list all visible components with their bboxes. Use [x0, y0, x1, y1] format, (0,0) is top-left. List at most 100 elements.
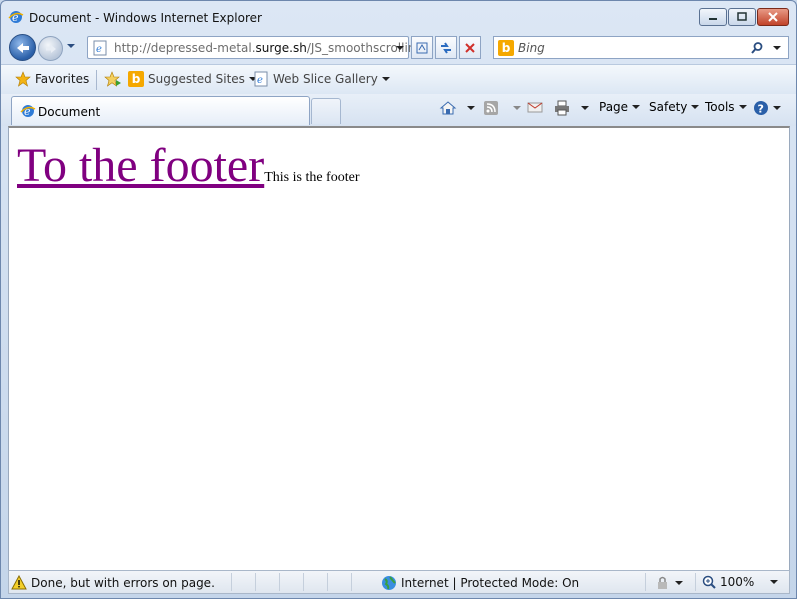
add-favorite-icon — [104, 71, 121, 87]
mail-icon — [527, 102, 543, 113]
status-text: Done, but with errors on page. — [31, 576, 215, 590]
maximize-button[interactable] — [728, 8, 756, 26]
bing-icon: b — [498, 40, 514, 56]
suggested-sites-label: Suggested Sites — [148, 72, 245, 86]
caption-buttons — [699, 8, 789, 26]
tools-menu-label: Tools — [705, 100, 735, 114]
to-footer-link[interactable]: To the footer — [17, 139, 264, 192]
chevron-down-icon — [632, 105, 641, 109]
zoom-button[interactable]: 100% — [702, 575, 779, 589]
safety-menu-button[interactable]: Safety — [649, 100, 700, 114]
security-zone-text: Internet | Protected Mode: On — [401, 576, 580, 590]
forward-arrow-icon — [45, 44, 56, 53]
tab-document[interactable]: e Document — [11, 96, 310, 125]
navigation-bar: e http://depressed-metal.surge.sh/JS_smo… — [1, 32, 796, 62]
new-tab-button[interactable] — [311, 98, 341, 124]
chevron-down-icon — [773, 106, 781, 110]
stop-icon — [465, 42, 475, 53]
minimize-button[interactable] — [699, 8, 727, 26]
suggested-sites-link[interactable]: b Suggested Sites — [128, 71, 257, 87]
magnifier-icon — [751, 42, 763, 54]
add-to-favorites-bar-button[interactable] — [104, 71, 122, 87]
status-separator — [327, 573, 328, 591]
svg-text:e: e — [96, 44, 102, 55]
ie-page-icon: e — [20, 103, 36, 119]
favorites-label: Favorites — [35, 72, 90, 86]
web-slice-icon: e — [254, 71, 268, 87]
page-error-status[interactable]: Done, but with errors on page. — [11, 575, 215, 591]
search-box[interactable]: b Bing — [493, 36, 789, 59]
chevron-down-icon — [513, 106, 521, 110]
refresh-icon — [441, 41, 451, 54]
bing-icon: b — [128, 71, 144, 87]
ie-logo-icon: e — [8, 9, 24, 25]
stop-button[interactable] — [459, 36, 481, 59]
web-slice-gallery-label: Web Slice Gallery — [273, 72, 378, 86]
refresh-button[interactable] — [435, 36, 457, 59]
svg-text:e: e — [257, 75, 263, 86]
page-menu-button[interactable]: Page — [599, 100, 641, 114]
chevron-down-icon — [581, 106, 589, 110]
security-zone[interactable]: Internet | Protected Mode: On — [381, 575, 579, 591]
tab-bar: e Document Page Safety Tools ? — [1, 94, 796, 126]
status-separator — [255, 573, 256, 591]
recent-pages-dropdown[interactable] — [67, 44, 75, 48]
back-button[interactable] — [9, 34, 36, 61]
chevron-down-icon — [770, 580, 779, 584]
forward-button[interactable] — [38, 36, 63, 61]
search-options-dropdown[interactable] — [773, 46, 781, 50]
web-slice-gallery-link[interactable]: e Web Slice Gallery — [253, 71, 390, 87]
home-icon — [439, 101, 457, 115]
status-separator — [351, 573, 352, 591]
help-icon: ? — [754, 101, 768, 116]
url-text[interactable]: http://depressed-metal.surge.sh/JS_smoot… — [114, 41, 423, 55]
chevron-down-icon — [467, 106, 475, 110]
footer-text: This is the footer — [264, 170, 360, 185]
page-viewport: To the footerThis is the footer — [8, 126, 790, 570]
status-separator — [645, 573, 646, 591]
star-icon — [15, 71, 31, 87]
chevron-down-icon — [675, 581, 683, 585]
compatibility-view-button[interactable] — [411, 36, 433, 59]
zoom-icon — [702, 575, 716, 589]
favorites-separator — [96, 70, 97, 90]
page-menu-label: Page — [599, 100, 629, 114]
page-icon: e — [92, 40, 108, 56]
search-input[interactable]: Bing — [518, 41, 545, 55]
status-separator — [695, 573, 696, 591]
read-mail-button[interactable] — [527, 100, 543, 114]
search-button[interactable] — [750, 41, 764, 58]
window-title: Document - Windows Internet Explorer — [29, 11, 262, 25]
printer-icon — [555, 100, 569, 116]
status-separator — [231, 573, 232, 591]
address-dropdown[interactable] — [396, 46, 404, 50]
svg-text:?: ? — [758, 103, 764, 116]
status-separator — [279, 573, 280, 591]
chevron-down-icon — [691, 105, 700, 109]
title-bar: e Document - Windows Internet Explorer — [1, 1, 796, 31]
back-arrow-icon — [16, 42, 29, 53]
lock-shield-icon — [658, 576, 667, 589]
close-window-button[interactable] — [757, 8, 789, 26]
page-content: To the footerThis is the footer — [17, 138, 359, 193]
maximize-icon — [737, 12, 747, 21]
status-bar: Done, but with errors on page. Internet … — [8, 570, 790, 594]
protected-mode-button[interactable] — [655, 575, 683, 591]
zoom-level: 100% — [720, 575, 755, 589]
home-button[interactable] — [439, 100, 475, 116]
tab-label: Document — [38, 105, 101, 119]
close-icon — [768, 12, 778, 22]
globe-icon — [382, 576, 396, 590]
warning-icon — [11, 575, 27, 590]
help-button[interactable]: ? — [753, 100, 781, 116]
chevron-down-icon — [738, 105, 747, 109]
favorites-bar: Favorites b Suggested Sites e Web Slice … — [1, 64, 796, 94]
rss-feed-icon — [484, 101, 498, 115]
address-bar[interactable]: e http://depressed-metal.surge.sh/JS_smo… — [87, 36, 423, 59]
tools-menu-button[interactable]: Tools — [705, 100, 747, 114]
minimize-icon — [709, 18, 717, 20]
chevron-down-icon — [381, 77, 390, 81]
print-button[interactable] — [553, 100, 589, 116]
feeds-button[interactable] — [483, 100, 521, 116]
favorites-button[interactable]: Favorites — [15, 71, 89, 87]
